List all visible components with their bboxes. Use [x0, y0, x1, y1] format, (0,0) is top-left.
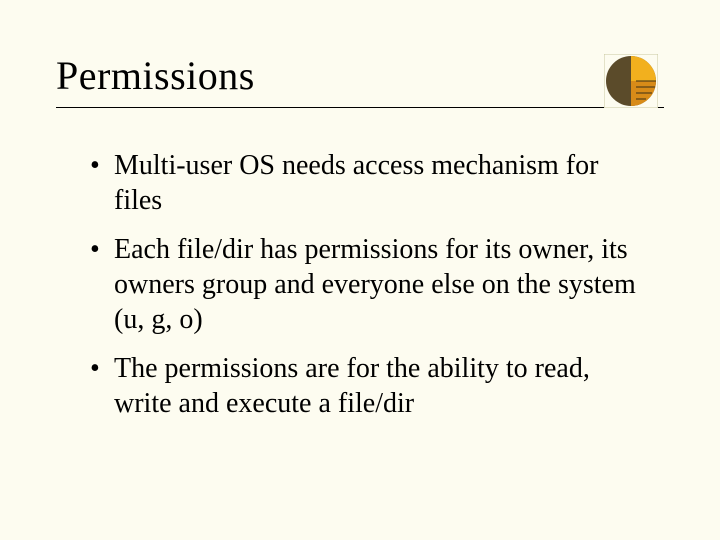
list-item: Each file/dir has permissions for its ow…	[90, 232, 644, 337]
logo-icon	[604, 54, 658, 108]
title-underline	[56, 107, 664, 108]
list-item: The permissions are for the ability to r…	[90, 351, 644, 421]
list-item: Multi-user OS needs access mechanism for…	[90, 148, 644, 218]
slide-title: Permissions	[56, 52, 664, 99]
slide: Permissions Multi-user OS needs access m…	[0, 0, 720, 540]
bullet-list: Multi-user OS needs access mechanism for…	[56, 148, 664, 421]
